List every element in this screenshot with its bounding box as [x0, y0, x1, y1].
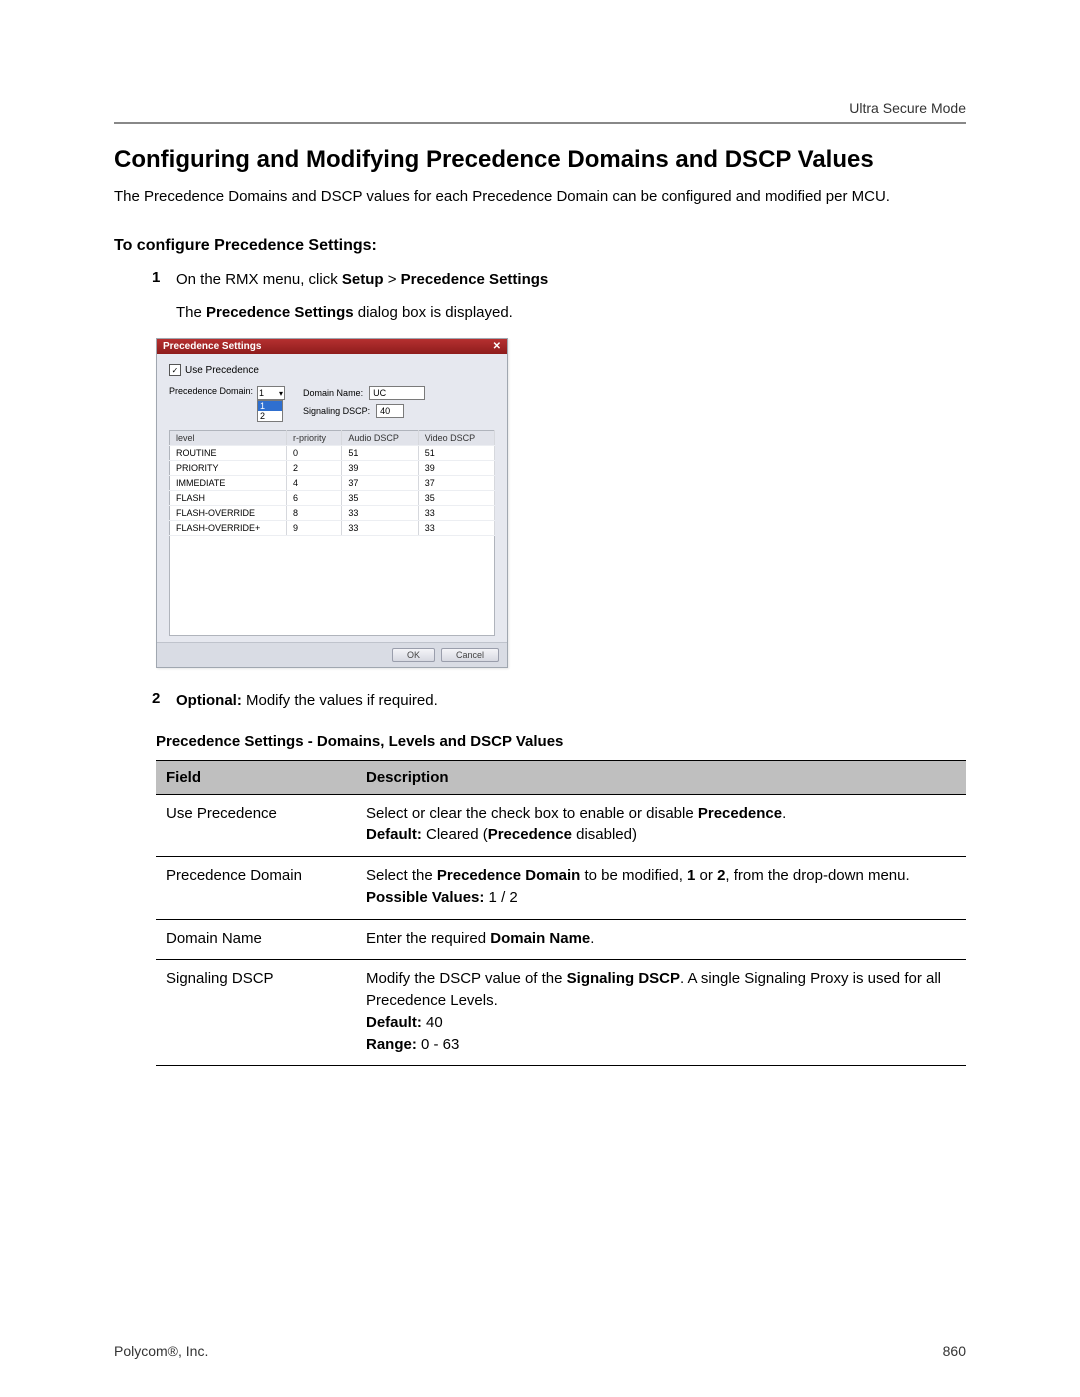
field-desc: Modify the DSCP value of the Signaling D… [356, 960, 966, 1066]
signaling-dscp-row: Signaling DSCP: 40 [303, 404, 425, 418]
signaling-dscp-label: Signaling DSCP: [303, 406, 370, 416]
table-row[interactable]: FLASH63535 [170, 491, 495, 506]
precedence-domain-dropdown[interactable]: 1 ▾ 1 2 [257, 386, 285, 422]
text: dialog box is displayed. [354, 304, 513, 321]
precedence-domain-label: Precedence Domain: [169, 386, 253, 396]
col-video: Video DSCP [418, 431, 494, 446]
text: Modify the values if required. [242, 692, 438, 709]
reference-table-title: Precedence Settings - Domains, Levels an… [156, 733, 966, 750]
bold: Precedence Settings [401, 271, 549, 288]
field-name: Use Precedence [156, 794, 356, 857]
ref-row-domain-name: Domain Name Enter the required Domain Na… [156, 919, 966, 960]
table-row[interactable]: IMMEDIATE43737 [170, 476, 495, 491]
dropdown-value: 1 [259, 388, 264, 398]
col-rpriority: r-priority [287, 431, 342, 446]
ok-button[interactable]: OK [392, 648, 435, 662]
reference-table: Field Description Use Precedence Select … [156, 760, 966, 1067]
dropdown-list[interactable]: 1 2 [257, 400, 283, 422]
precedence-levels-table: level r-priority Audio DSCP Video DSCP R… [169, 430, 495, 636]
step-2: 2 Optional: Modify the values if require… [152, 690, 966, 713]
domain-name-row: Domain Name: UC [303, 386, 425, 400]
bold: Precedence Settings [206, 304, 354, 321]
page-title: Configuring and Modifying Precedence Dom… [114, 146, 966, 174]
chevron-down-icon: ▾ [279, 389, 283, 398]
dialog-body: ✓ Use Precedence Precedence Domain: 1 ▾ … [157, 354, 507, 642]
step-1-sub: The Precedence Settings dialog box is di… [114, 302, 966, 325]
table-row[interactable]: FLASH-OVERRIDE83333 [170, 506, 495, 521]
dialog-titlebar: Precedence Settings ✕ [157, 339, 507, 354]
precedence-settings-dialog: Precedence Settings ✕ ✓ Use Precedence P… [156, 338, 508, 668]
text: The [176, 304, 206, 321]
use-precedence-label: Use Precedence [185, 365, 259, 376]
use-precedence-row: ✓ Use Precedence [169, 364, 495, 376]
intro-text: The Precedence Domains and DSCP values f… [114, 186, 966, 207]
step-text: On the RMX menu, click Setup > Precedenc… [176, 269, 966, 292]
domain-name-label: Domain Name: [303, 388, 363, 398]
step-number: 2 [152, 690, 166, 713]
dialog-title-text: Precedence Settings [163, 341, 261, 352]
bold: Setup [342, 271, 384, 288]
step-text: Optional: Modify the values if required. [176, 690, 966, 713]
field-desc: Enter the required Domain Name. [356, 919, 966, 960]
footer-left: Polycom®, Inc. [114, 1343, 208, 1359]
sub-heading: To configure Precedence Settings: [114, 237, 966, 255]
field-desc: Select the Precedence Domain to be modif… [356, 857, 966, 920]
col-field: Field [156, 760, 356, 794]
field-name: Domain Name [156, 919, 356, 960]
close-icon[interactable]: ✕ [493, 342, 501, 352]
col-level: level [170, 431, 287, 446]
dropdown-option-2[interactable]: 2 [258, 411, 282, 421]
bold: Optional: [176, 692, 242, 709]
field-name: Signaling DSCP [156, 960, 356, 1066]
col-description: Description [356, 760, 966, 794]
section-label: Ultra Secure Mode [114, 100, 966, 116]
table-row[interactable]: FLASH-OVERRIDE+93333 [170, 521, 495, 536]
step-1: 1 On the RMX menu, click Setup > Precede… [152, 269, 966, 292]
field-desc: Select or clear the check box to enable … [356, 794, 966, 857]
domain-name-input[interactable]: UC [369, 386, 425, 400]
use-precedence-checkbox[interactable]: ✓ [169, 364, 181, 376]
ref-row-precedence-domain: Precedence Domain Select the Precedence … [156, 857, 966, 920]
page-footer: Polycom®, Inc. 860 [114, 1343, 966, 1359]
ref-row-signaling-dscp: Signaling DSCP Modify the DSCP value of … [156, 960, 966, 1066]
cancel-button[interactable]: Cancel [441, 648, 499, 662]
table-row[interactable]: ROUTINE05151 [170, 446, 495, 461]
dialog-footer: OK Cancel [157, 642, 507, 667]
field-name: Precedence Domain [156, 857, 356, 920]
signaling-dscp-input[interactable]: 40 [376, 404, 404, 418]
header-rule [114, 122, 966, 124]
precedence-domain-group: Precedence Domain: 1 ▾ 1 2 [169, 386, 285, 422]
ref-row-use-precedence: Use Precedence Select or clear the check… [156, 794, 966, 857]
dropdown-option-1[interactable]: 1 [258, 401, 282, 411]
step-number: 1 [152, 269, 166, 292]
dialog-screenshot: Precedence Settings ✕ ✓ Use Precedence P… [156, 338, 966, 668]
col-audio: Audio DSCP [342, 431, 418, 446]
text: On the RMX menu, click [176, 271, 342, 288]
table-row[interactable]: PRIORITY23939 [170, 461, 495, 476]
text: > [384, 271, 401, 288]
footer-page-number: 860 [943, 1343, 966, 1359]
